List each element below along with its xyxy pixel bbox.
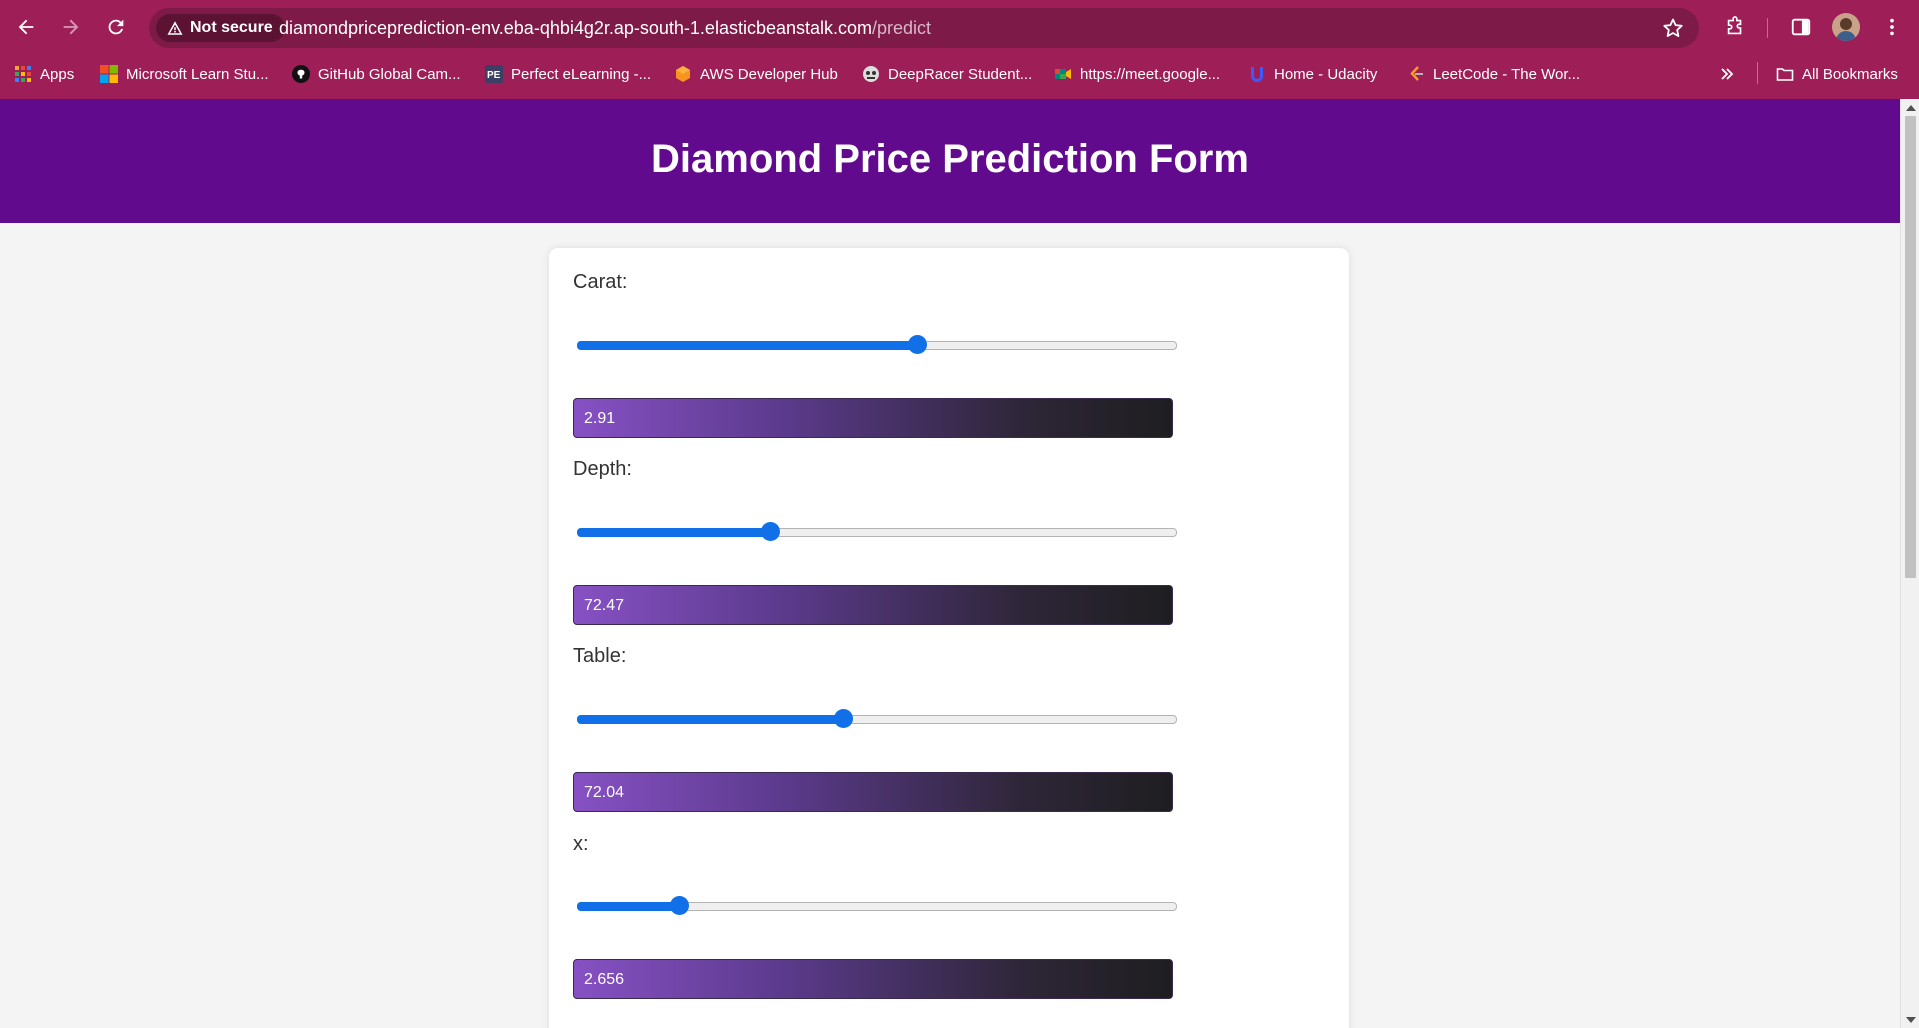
- depth-slider[interactable]: [577, 520, 1177, 544]
- url-path: /predict: [872, 18, 932, 38]
- bookmark-label: LeetCode - The Wor...: [1433, 65, 1581, 83]
- x-label: x:: [573, 833, 589, 855]
- menu-icon[interactable]: [1876, 11, 1908, 43]
- bookmark-udacity[interactable]: Home - Udacity: [1248, 62, 1377, 86]
- security-indicator[interactable]: Not secure: [156, 14, 285, 42]
- scroll-up-arrow-icon[interactable]: [1906, 105, 1916, 111]
- aws-icon: [674, 65, 692, 83]
- bookmark-deepracer[interactable]: DeepRacer Student...: [862, 62, 1032, 86]
- slider-fill: [577, 341, 917, 350]
- slider-thumb[interactable]: [670, 896, 689, 915]
- bookmarks-bar: Apps Microsoft Learn Stu... GitHub Globa…: [0, 56, 1919, 92]
- bookmark-label: Microsoft Learn Stu...: [126, 65, 269, 83]
- back-icon[interactable]: [10, 11, 42, 43]
- x-slider[interactable]: [577, 894, 1177, 918]
- scrollbar-thumb[interactable]: [1905, 116, 1916, 578]
- page-scrollbar[interactable]: [1900, 99, 1919, 1028]
- bookmark-label: https://meet.google...: [1080, 65, 1221, 83]
- bookmark-apps[interactable]: Apps: [14, 62, 74, 86]
- bookmark-label: GitHub Global Cam...: [318, 65, 461, 83]
- bookmark-microsoft-learn[interactable]: Microsoft Learn Stu...: [100, 62, 269, 86]
- depth-label: Depth:: [573, 458, 632, 480]
- udacity-icon: [1248, 65, 1266, 83]
- bookmark-label: AWS Developer Hub: [700, 65, 838, 83]
- carat-value-field[interactable]: 2.91: [573, 398, 1173, 438]
- star-icon[interactable]: [1661, 16, 1685, 40]
- bookmark-google-meet[interactable]: https://meet.google...: [1054, 62, 1220, 86]
- forward-icon[interactable]: [55, 11, 87, 43]
- carat-slider[interactable]: [577, 333, 1177, 357]
- url-text[interactable]: diamondpriceprediction-env.eba-qhbi4g2r.…: [279, 18, 931, 39]
- extensions-icon[interactable]: [1719, 11, 1751, 43]
- all-bookmarks-button[interactable]: All Bookmarks: [1776, 62, 1898, 86]
- pe-icon: PE: [485, 65, 503, 83]
- folder-icon: [1776, 65, 1794, 83]
- slider-fill: [577, 715, 843, 724]
- svg-text:PE: PE: [487, 70, 501, 81]
- prediction-form: Carat: 2.91 Depth: 72.47 Table: 72.04 x:: [549, 248, 1349, 1028]
- warning-icon: [167, 21, 183, 35]
- bookmark-perfect-elearning[interactable]: PE Perfect eLearning -...: [485, 62, 651, 86]
- depth-value-field[interactable]: 72.47: [573, 585, 1173, 625]
- bookmarks-divider: [1757, 62, 1758, 84]
- page-viewport: Diamond Price Prediction Form Carat: 2.9…: [0, 99, 1900, 1028]
- deepracer-icon: [862, 65, 880, 83]
- meet-icon: [1054, 65, 1072, 83]
- bookmark-aws-developer-hub[interactable]: AWS Developer Hub: [674, 62, 838, 86]
- slider-fill: [577, 528, 770, 537]
- url-host: diamondpriceprediction-env.eba-qhbi4g2r.…: [279, 18, 873, 38]
- carat-label: Carat:: [573, 271, 628, 293]
- security-label: Not secure: [190, 19, 273, 36]
- bookmark-label: DeepRacer Student...: [888, 65, 1033, 83]
- browser-chrome: Not secure diamondpriceprediction-env.eb…: [0, 0, 1919, 99]
- scroll-down-arrow-icon[interactable]: [1906, 1017, 1916, 1023]
- table-label: Table:: [573, 645, 627, 667]
- side-panel-icon[interactable]: [1785, 11, 1817, 43]
- bookmark-github-campus[interactable]: GitHub Global Cam...: [292, 62, 461, 86]
- bookmark-label: Apps: [40, 65, 75, 83]
- slider-thumb[interactable]: [834, 709, 853, 728]
- address-bar[interactable]: Not secure diamondpriceprediction-env.eb…: [149, 8, 1699, 48]
- microsoft-icon: [100, 65, 118, 83]
- bookmark-leetcode[interactable]: LeetCode - The Wor...: [1407, 62, 1580, 86]
- page-title: Diamond Price Prediction Form: [651, 137, 1249, 181]
- table-slider[interactable]: [577, 707, 1177, 731]
- bookmark-label: Perfect eLearning -...: [511, 65, 652, 83]
- apps-grid-icon: [14, 65, 32, 83]
- github-icon: [292, 65, 310, 83]
- toolbar-divider: [1767, 18, 1768, 38]
- reload-icon[interactable]: [100, 11, 132, 43]
- leetcode-icon: [1407, 65, 1425, 83]
- all-bookmarks-label: All Bookmarks: [1802, 65, 1898, 83]
- slider-thumb[interactable]: [761, 522, 780, 541]
- bookmarks-overflow-icon[interactable]: [1718, 62, 1736, 86]
- slider-fill: [577, 902, 679, 911]
- bookmark-label: Home - Udacity: [1274, 65, 1378, 83]
- slider-thumb[interactable]: [908, 335, 927, 354]
- table-value-field[interactable]: 72.04: [573, 772, 1173, 812]
- avatar[interactable]: [1832, 13, 1860, 41]
- browser-toolbar: Not secure diamondpriceprediction-env.eb…: [0, 0, 1919, 54]
- page-header: Diamond Price Prediction Form: [0, 99, 1900, 223]
- x-value-field[interactable]: 2.656: [573, 959, 1173, 999]
